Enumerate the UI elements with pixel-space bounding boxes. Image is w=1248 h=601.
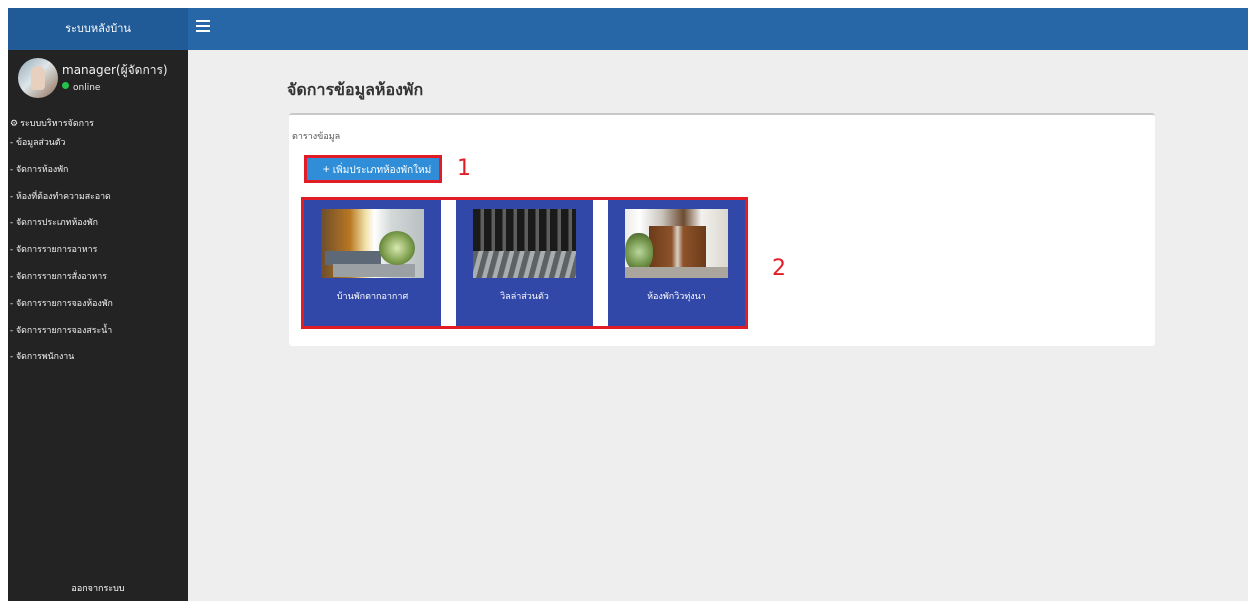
gear-icon: ⚙ (10, 119, 19, 129)
sidebar: manager(ผู้จัดการ) online ⚙ ระบบบริหารจัด… (8, 50, 188, 601)
room-photo (321, 209, 424, 278)
sidebar-item-staff[interactable]: - จัดการพนักงาน (8, 344, 188, 371)
section-title-text: ระบบบริหารจัดการ (20, 119, 94, 129)
plus-icon: + (322, 162, 330, 176)
sidebar-section-title: ⚙ ระบบบริหารจัดการ (10, 116, 94, 130)
panel-label: ตารางข้อมูล (292, 132, 341, 142)
room-name: บ้านพักตากอากาศ (336, 292, 409, 302)
brand-title[interactable]: ระบบหลังบ้าน (8, 8, 188, 50)
room-photo (473, 209, 576, 278)
room-card-group: บ้านพักตากอากาศ วิลล่าส่วนตัว ห้องพักวิว… (301, 197, 748, 329)
status-text: online (73, 83, 101, 93)
add-room-type-label: เพิ่มประเภทห้องพักใหม่ (332, 165, 432, 176)
user-name: manager(ผู้จัดการ) (62, 63, 168, 77)
sidebar-item-food-orders[interactable]: - จัดการรายการสั่งอาหาร (8, 264, 188, 291)
room-card[interactable]: วิลล่าส่วนตัว (456, 200, 593, 326)
sidebar-menu: - ข้อมูลส่วนตัว - จัดการห้องพัก - ห้องที… (8, 130, 188, 371)
page-title: จัดการข้อมูลห้องพัก (287, 80, 424, 99)
sidebar-item-room-management[interactable]: - จัดการห้องพัก (8, 157, 188, 184)
top-navigation-bar: ระบบหลังบ้าน (8, 8, 1248, 50)
user-status: online (62, 82, 100, 93)
logout-link[interactable]: ออกจากระบบ (8, 577, 188, 601)
sidebar-item-room-bookings[interactable]: - จัดการรายการจองห้องพัก (8, 291, 188, 318)
sidebar-item-room-types[interactable]: - จัดการประเภทห้องพัก (8, 210, 188, 237)
room-card[interactable]: ห้องพักวิวทุ่งนา (608, 200, 745, 326)
room-name: วิลล่าส่วนตัว (500, 292, 549, 302)
sidebar-item-cleaning-rooms[interactable]: - ห้องที่ต้องทำความสะอาด (8, 184, 188, 211)
main-content: จัดการข้อมูลห้องพัก ตารางข้อมูล + เพิ่มปร… (188, 50, 1248, 601)
menu-icon[interactable] (194, 17, 212, 35)
avatar (18, 58, 58, 98)
online-status-icon (62, 82, 69, 89)
sidebar-item-food-items[interactable]: - จัดการรายการอาหาร (8, 237, 188, 264)
room-photo (625, 209, 728, 278)
add-room-type-button[interactable]: + เพิ่มประเภทห้องพักใหม่ (304, 155, 442, 183)
room-card[interactable]: บ้านพักตากอากาศ (304, 200, 441, 326)
sidebar-item-pool-bookings[interactable]: - จัดการรายการจองสระน้ำ (8, 318, 188, 345)
callout-number-2: 2 (772, 256, 786, 281)
admin-frame: ระบบหลังบ้าน manager(ผู้จัดการ) online ⚙… (8, 8, 1248, 601)
user-profile: manager(ผู้จัดการ) online (18, 58, 183, 104)
callout-number-1: 1 (457, 156, 471, 181)
room-data-panel: ตารางข้อมูล + เพิ่มประเภทห้องพักใหม่ 1 บ้… (289, 113, 1155, 346)
room-name: ห้องพักวิวทุ่งนา (647, 292, 706, 302)
sidebar-item-profile[interactable]: - ข้อมูลส่วนตัว (8, 130, 188, 157)
